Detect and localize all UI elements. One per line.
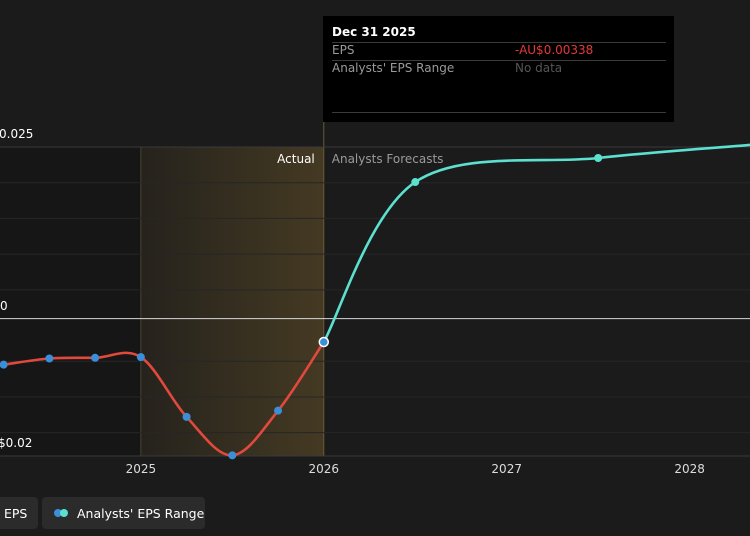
analysts-forecast-line bbox=[322, 143, 750, 344]
tooltip-range-value: No data bbox=[515, 61, 563, 75]
x-tick-label: 2026 bbox=[309, 462, 340, 476]
eps-data-point[interactable] bbox=[274, 406, 283, 415]
chart-background bbox=[0, 122, 325, 456]
y-tick-label: $0.02 bbox=[0, 436, 32, 450]
actual-highlight-region bbox=[140, 147, 324, 456]
eps-data-point[interactable] bbox=[228, 451, 237, 460]
tooltip-eps-value: -AU$0.00338 bbox=[515, 43, 594, 57]
tooltip-divider bbox=[332, 112, 666, 113]
eps-tooltip: Dec 31 2025 EPS -AU$0.00338 Analysts' EP… bbox=[323, 16, 674, 122]
legend-eps-label: EPS bbox=[4, 505, 28, 521]
x-tick-label: 2027 bbox=[491, 462, 522, 476]
legend-eps-button[interactable]: EPS bbox=[0, 497, 38, 529]
legend-analysts-range-button[interactable]: Analysts' EPS Range bbox=[42, 497, 205, 529]
eps-data-point[interactable] bbox=[45, 354, 54, 363]
past-region bbox=[0, 147, 141, 456]
actual-region-label: Actual bbox=[277, 152, 315, 166]
eps-data-point[interactable] bbox=[182, 412, 191, 421]
x-tick-label: 2025 bbox=[126, 462, 157, 476]
eps-data-point[interactable] bbox=[0, 360, 8, 369]
eps-data-point[interactable] bbox=[136, 353, 145, 362]
tooltip-divider bbox=[332, 42, 666, 43]
eps-data-point[interactable] bbox=[91, 353, 100, 362]
legend-range-icon bbox=[54, 509, 70, 517]
eps-data-point[interactable] bbox=[318, 336, 330, 348]
x-tick-label: 2028 bbox=[674, 462, 705, 476]
forecast-data-point[interactable] bbox=[411, 178, 420, 187]
tooltip-range-label: Analysts' EPS Range bbox=[332, 61, 455, 75]
tooltip-eps-label: EPS bbox=[332, 43, 355, 57]
y-tick-label: 0.025 bbox=[0, 127, 33, 141]
tooltip-date: Dec 31 2025 bbox=[332, 25, 416, 39]
legend-range-label: Analysts' EPS Range bbox=[77, 505, 205, 521]
forecast-region-label: Analysts Forecasts bbox=[332, 152, 444, 166]
y-tick-label: 0 bbox=[0, 299, 8, 313]
forecast-data-point[interactable] bbox=[594, 153, 603, 162]
